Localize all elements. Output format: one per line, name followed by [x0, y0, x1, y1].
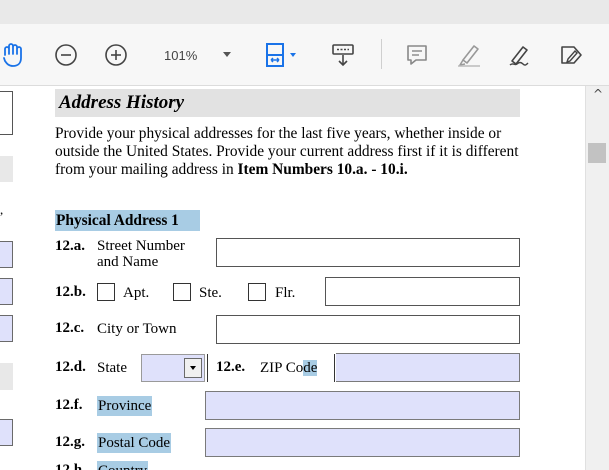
left-field-fragment[interactable] — [0, 278, 13, 305]
field-divider — [334, 354, 335, 382]
ste-label: Ste. — [199, 285, 222, 301]
zoom-in-icon[interactable] — [101, 37, 131, 73]
state-label: State — [97, 360, 127, 376]
zip-label: ZIP Code — [260, 360, 318, 376]
city-label: City or Town — [97, 321, 177, 337]
country-label: Country — [97, 461, 149, 470]
hand-tool-icon[interactable] — [0, 37, 30, 73]
chevron-down-icon[interactable] — [184, 358, 202, 378]
instructions-paragraph: Provide your physical addresses for the … — [55, 125, 523, 179]
item-number-12g: 12.g. — [55, 434, 85, 450]
flr-label: Flr. — [275, 285, 296, 301]
item-number-12c: 12.c. — [55, 320, 85, 336]
field-divider — [207, 354, 208, 382]
ste-checkbox[interactable] — [173, 283, 191, 301]
left-shaded-fragment — [0, 363, 13, 390]
item-number-12f: 12.f. — [55, 397, 83, 413]
fill-sign-icon[interactable] — [555, 37, 589, 73]
subsection-title: Physical Address 1 — [55, 210, 200, 231]
unit-number-field[interactable] — [325, 277, 520, 306]
highlight-icon[interactable] — [453, 37, 485, 73]
left-field-fragment[interactable] — [0, 91, 13, 135]
flr-checkbox[interactable] — [248, 283, 266, 301]
zip-label-highlight: de — [303, 360, 318, 376]
document-page: , Address History Provide your physical … — [0, 86, 585, 470]
left-shaded-fragment — [0, 156, 13, 182]
scrollbar-thumb[interactable] — [588, 143, 606, 163]
zoom-level-value: 101% — [164, 47, 198, 63]
page-fit-icon[interactable] — [262, 37, 304, 73]
street-number-name-field[interactable] — [216, 238, 520, 267]
apt-checkbox[interactable] — [97, 283, 115, 301]
apt-label: Apt. — [123, 285, 150, 301]
item-number-12a: 12.a. — [55, 238, 85, 254]
zoom-level-dropdown[interactable]: 101% — [152, 37, 244, 73]
toolbar-separator — [381, 39, 382, 69]
scroll-mode-icon[interactable] — [328, 37, 358, 73]
item-number-12h: 12.h. — [55, 462, 86, 470]
section-title: Address History — [55, 89, 520, 117]
city-town-field[interactable] — [216, 315, 520, 344]
zip-label-text: ZIP Co — [260, 360, 304, 376]
postal-code-field[interactable] — [205, 428, 520, 457]
left-field-fragment[interactable] — [0, 419, 13, 446]
item-number-12b: 12.b. — [55, 284, 86, 300]
item-number-12e: 12.e. — [216, 359, 246, 375]
left-field-fragment[interactable] — [0, 315, 13, 342]
vertical-scrollbar[interactable]: ^ — [585, 86, 609, 470]
state-select[interactable] — [141, 354, 205, 382]
chevron-up-icon[interactable]: ^ — [593, 87, 603, 101]
zip-code-field[interactable] — [336, 353, 520, 382]
sign-icon[interactable] — [505, 37, 539, 73]
window-top-strip — [0, 0, 609, 24]
chevron-down-icon — [223, 52, 231, 57]
comment-icon[interactable] — [402, 37, 432, 73]
postal-code-label: Postal Code — [97, 433, 172, 453]
item-number-12d: 12.d. — [55, 359, 86, 375]
left-field-fragment[interactable] — [0, 241, 13, 268]
instructions-bold: Item Numbers 10.a. - 10.i. — [237, 161, 408, 178]
province-label: Province — [97, 396, 153, 416]
street-label: Street Number and Name — [97, 238, 207, 270]
zoom-out-icon[interactable] — [51, 37, 81, 73]
left-text-fragment: , — [0, 202, 4, 217]
province-field[interactable] — [205, 391, 520, 420]
street-label-text: Street Number and Name — [97, 238, 185, 270]
